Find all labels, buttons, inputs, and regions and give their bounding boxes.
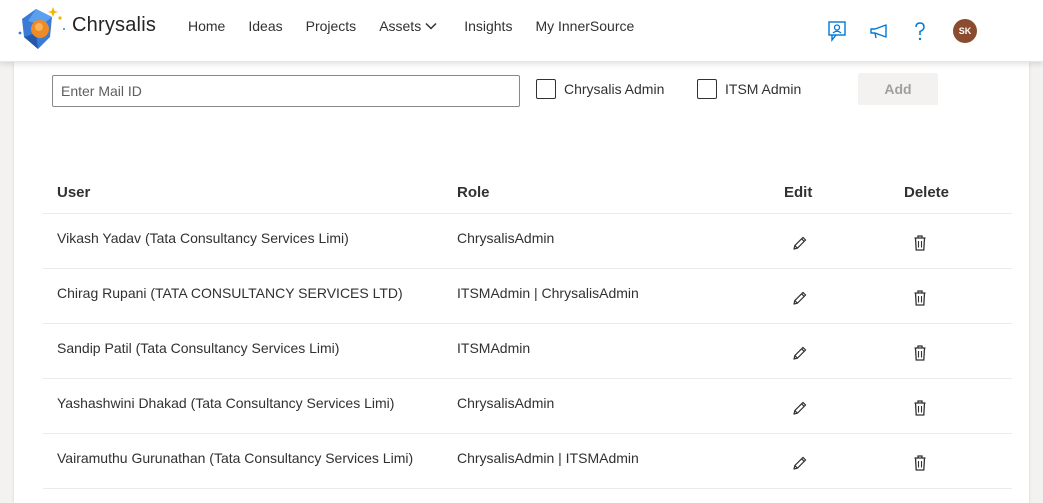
delete-icon[interactable] (909, 232, 931, 254)
announcement-icon[interactable] (867, 19, 891, 43)
edit-icon[interactable] (789, 287, 811, 309)
user-cell: Vairamuthu Gurunathan (Tata Consultancy … (57, 450, 414, 466)
role-cell: ITSMAdmin (457, 340, 531, 356)
delete-icon[interactable] (909, 342, 931, 364)
column-header-edit: Edit (784, 184, 813, 201)
column-header-user: User (57, 184, 91, 201)
role-cell: ChrysalisAdmin (457, 230, 555, 246)
add-button[interactable]: Add (858, 73, 938, 105)
column-header-role: Role (457, 184, 490, 201)
nav-assets-label: Assets (379, 18, 422, 34)
user-cell: Yashashwini Dhakad (Tata Consultancy Ser… (57, 395, 395, 411)
nav-assets[interactable]: Assets (379, 18, 437, 34)
role-cell: ITSMAdmin | ChrysalisAdmin (457, 285, 639, 301)
nav-projects[interactable]: Projects (306, 18, 357, 34)
table-header: User Role Edit Delete (43, 170, 1012, 214)
delete-icon[interactable] (909, 397, 931, 419)
edit-icon[interactable] (789, 342, 811, 364)
role-cell: ChrysalisAdmin | ITSMAdmin (457, 450, 639, 466)
table-row: Yashashwini Dhakad (Tata Consultancy Ser… (43, 379, 1012, 434)
brand-name[interactable]: Chrysalis (72, 14, 156, 37)
header-actions (826, 18, 932, 44)
edit-icon[interactable] (789, 397, 811, 419)
mail-id-input[interactable] (52, 75, 520, 107)
itsm-admin-label: ITSM Admin (725, 81, 802, 97)
chrysalis-admin-label: Chrysalis Admin (564, 81, 665, 97)
chrysalis-logo[interactable] (14, 3, 66, 55)
edit-icon[interactable] (789, 232, 811, 254)
user-cell: Sandip Patil (Tata Consultancy Services … (57, 340, 340, 356)
top-navigation-bar: Chrysalis Home Ideas Projects Assets Ins… (0, 0, 1043, 62)
table-row: Chirag Rupani (TATA CONSULTANCY SERVICES… (43, 269, 1012, 324)
table-row: Vikash Yadav (Tata Consultancy Services … (43, 214, 1012, 269)
main-nav: Home Ideas Projects Assets Insights My I… (188, 18, 657, 34)
nav-my-innersource[interactable]: My InnerSource (535, 18, 634, 34)
nav-home[interactable]: Home (188, 18, 225, 34)
chrysalis-admin-checkbox-box[interactable] (536, 79, 556, 99)
chevron-down-icon (425, 22, 437, 30)
user-cell: Vikash Yadav (Tata Consultancy Services … (57, 230, 349, 246)
user-cell: Chirag Rupani (TATA CONSULTANCY SERVICES… (57, 285, 403, 301)
table-row: Sandip Patil (Tata Consultancy Services … (43, 324, 1012, 379)
chrysalis-admin-checkbox[interactable]: Chrysalis Admin (536, 79, 664, 99)
table-row: Vairamuthu Gurunathan (Tata Consultancy … (43, 434, 1012, 489)
itsm-admin-checkbox-box[interactable] (697, 79, 717, 99)
role-cell: ChrysalisAdmin (457, 395, 555, 411)
itsm-admin-checkbox[interactable]: ITSM Admin (697, 79, 801, 99)
nav-insights[interactable]: Insights (464, 18, 512, 34)
feedback-icon[interactable] (826, 19, 850, 43)
admin-panel: Chrysalis Admin ITSM Admin Add User Role… (14, 62, 1029, 503)
user-avatar[interactable]: SK (953, 19, 977, 43)
delete-icon[interactable] (909, 452, 931, 474)
edit-icon[interactable] (789, 452, 811, 474)
admin-users-table: User Role Edit Delete Vikash Yadav (Tata… (43, 170, 1012, 489)
column-header-delete: Delete (904, 184, 950, 201)
help-icon[interactable] (908, 19, 932, 43)
nav-ideas[interactable]: Ideas (248, 18, 282, 34)
delete-icon[interactable] (909, 287, 931, 309)
